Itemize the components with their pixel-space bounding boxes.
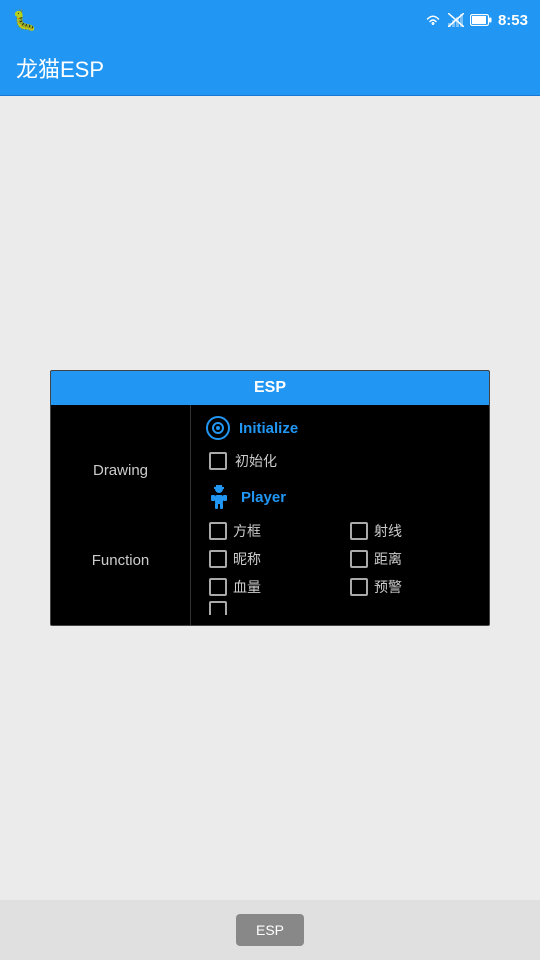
esp-bottom-partial: [209, 601, 475, 615]
option-nicheng: 昵称: [209, 549, 334, 569]
label-xueliang: 血量: [233, 577, 261, 597]
esp-panel-body: Drawing Function Initialize 初始化: [51, 405, 489, 625]
bottom-bar: ESP: [0, 900, 540, 960]
options-grid: 方框 射线 昵称 距离: [209, 521, 475, 597]
init-checkbox[interactable]: [209, 452, 227, 470]
initialize-icon: [205, 415, 231, 441]
esp-panel: ESP Drawing Function Initialize: [50, 370, 490, 626]
player-row: Player: [205, 483, 475, 511]
main-content: ESP Drawing Function Initialize: [0, 96, 540, 900]
wifi-icon: [424, 13, 442, 27]
checkbox-xueliang[interactable]: [209, 578, 227, 596]
esp-panel-header: ESP: [51, 371, 489, 405]
esp-sidebar: Drawing Function: [51, 405, 191, 625]
time-display: 8:53: [498, 12, 528, 29]
app-title: 龙猫ESP: [16, 52, 104, 84]
label-fangkuang: 方框: [233, 521, 261, 541]
sidebar-drawing[interactable]: Drawing: [93, 462, 148, 479]
label-shexian: 射线: [374, 521, 402, 541]
player-label: Player: [241, 489, 286, 506]
label-yujing: 预警: [374, 577, 402, 597]
option-fangkuang: 方框: [209, 521, 334, 541]
checkbox-partial[interactable]: [209, 601, 227, 615]
battery-icon: [470, 14, 492, 26]
init-checkbox-row: 初始化: [209, 451, 475, 471]
app-bar: 龙猫ESP: [0, 40, 540, 96]
init-label: Initialize: [239, 420, 298, 437]
option-xueliang: 血量: [209, 577, 334, 597]
status-bar-left: 🐛: [12, 8, 37, 33]
label-nicheng: 昵称: [233, 549, 261, 569]
checkbox-juli[interactable]: [350, 550, 368, 568]
esp-right-panel: Initialize 初始化: [191, 405, 489, 625]
status-bar: 🐛 8:53: [0, 0, 540, 40]
bug-icon: 🐛: [12, 8, 37, 33]
sidebar-function[interactable]: Function: [92, 552, 150, 569]
sim-icon: [448, 13, 464, 27]
init-text: 初始化: [235, 451, 277, 471]
init-row: Initialize: [205, 415, 475, 441]
player-icon: [205, 483, 233, 511]
status-bar-right: 8:53: [424, 12, 528, 29]
option-juli: 距离: [350, 549, 475, 569]
checkbox-nicheng[interactable]: [209, 550, 227, 568]
checkbox-shexian[interactable]: [350, 522, 368, 540]
option-yujing: 预警: [350, 577, 475, 597]
checkbox-fangkuang[interactable]: [209, 522, 227, 540]
label-juli: 距离: [374, 549, 402, 569]
esp-button[interactable]: ESP: [236, 914, 304, 946]
checkbox-yujing[interactable]: [350, 578, 368, 596]
option-shexian: 射线: [350, 521, 475, 541]
